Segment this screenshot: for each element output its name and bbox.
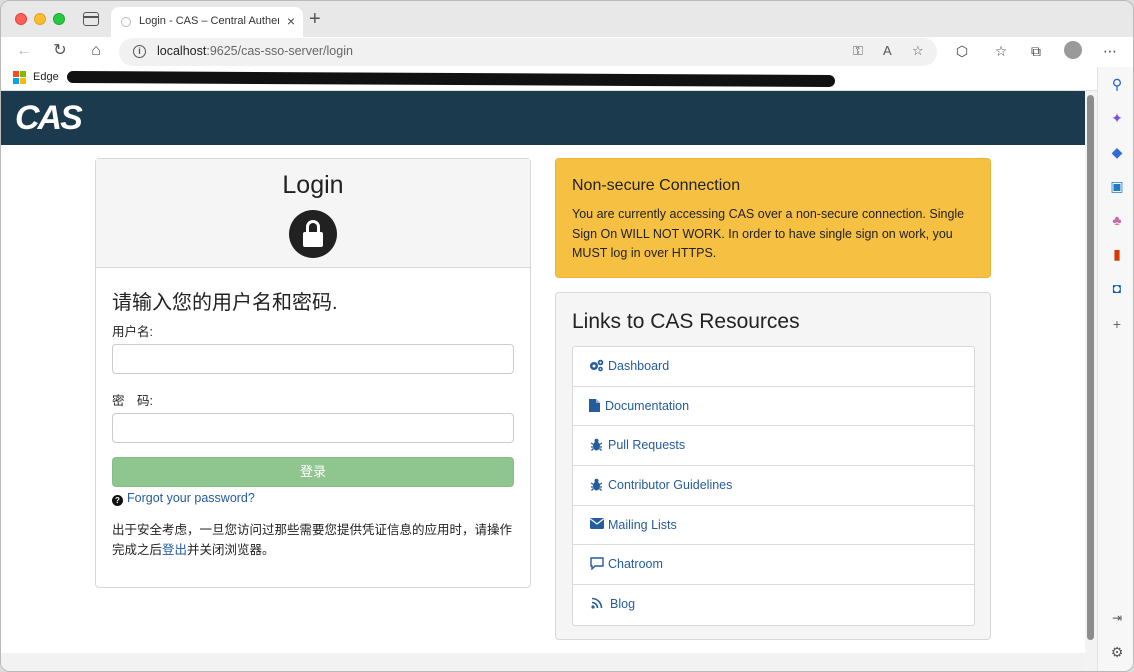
resource-link-label: Chatroom [608, 557, 663, 572]
microsoft-logo-icon [13, 71, 27, 85]
maximize-window-button[interactable] [53, 13, 65, 25]
tab-strip: Login - CAS – Central Authentication Ser… [1, 1, 1133, 37]
close-window-button[interactable] [15, 13, 27, 25]
page-favicon-icon [121, 17, 131, 27]
add-sidebar-icon[interactable]: + [1108, 315, 1126, 333]
login-card: Login 请输入您的用户名和密码. 用户名: 密 码: 登录 ? Forgot … [95, 158, 531, 588]
resource-link-dashboard[interactable]: Dashboard [573, 347, 974, 387]
browser-window: Login - CAS – Central Authentication Ser… [0, 0, 1134, 672]
file-icon [587, 398, 602, 414]
resource-link-label: Dashboard [608, 359, 670, 373]
home-icon[interactable]: ⌂ [85, 41, 107, 61]
comment-icon [589, 557, 604, 572]
outlook-icon[interactable]: ◘ [1108, 279, 1126, 297]
cas-logo[interactable]: CAS [15, 99, 83, 138]
page-footer [1, 653, 1085, 671]
resource-link-chatroom[interactable]: Chatroom [573, 545, 974, 586]
search-icon[interactable]: ⚲ [1108, 75, 1126, 93]
resources-list: Dashboard Documentation Pull Requests Co… [572, 346, 975, 626]
cas-header: CAS [1, 91, 1085, 145]
scrollbar-thumb[interactable] [1087, 95, 1094, 640]
collections-icon[interactable]: ⧉ [1026, 43, 1046, 60]
resource-link-contributor-guidelines[interactable]: Contributor Guidelines [573, 466, 974, 506]
tab-actions-icon[interactable] [83, 12, 99, 26]
bug-icon [589, 438, 604, 453]
rss-icon [589, 597, 604, 612]
address-bar[interactable]: i localhost:9625/cas-sso-server/login ⚿ … [119, 38, 937, 66]
cogs-icon [589, 359, 604, 374]
logout-link[interactable]: 登出 [162, 543, 187, 557]
page-viewport: CAS Login 请输入您的用户名和密码. 用户名: 密 码: 登录 ? For… [1, 91, 1097, 671]
extensions-icon[interactable]: ⬡ [952, 43, 972, 60]
username-input[interactable] [112, 344, 514, 374]
minimize-window-button[interactable] [34, 13, 46, 25]
warning-title: Non-secure Connection [572, 177, 741, 194]
bug-icon [589, 478, 604, 493]
browser-toolbar: ← ↻ ⌂ i localhost:9625/cas-sso-server/lo… [1, 37, 1133, 67]
username-label: 用户名: [112, 325, 153, 339]
new-tab-icon[interactable]: + [309, 9, 321, 29]
read-aloud-icon[interactable]: A [883, 43, 892, 58]
more-menu-icon[interactable]: ⋯ [1100, 43, 1120, 60]
tab-login[interactable]: Login - CAS – Central Authentication Ser… [111, 7, 303, 37]
login-card-header: Login [96, 159, 530, 268]
security-notice: 出于安全考虑，一旦您访问过那些需要您提供凭证信息的应用时，请操作完成之后登出并关… [112, 523, 513, 557]
favorites-icon[interactable]: ☆ [991, 43, 1011, 60]
bookmarks-bar: Edge [1, 67, 1097, 91]
key-icon[interactable]: ⚿ [853, 43, 863, 59]
reload-icon[interactable]: ↻ [49, 41, 71, 61]
office-icon[interactable]: ▮ [1108, 245, 1126, 263]
page-scrollbar[interactable] [1085, 91, 1097, 671]
tools-icon[interactable]: ▣ [1108, 177, 1126, 195]
site-info-icon[interactable]: i [133, 45, 146, 58]
url-text[interactable]: localhost:9625/cas-sso-server/login [157, 44, 353, 58]
resource-link-label: Mailing Lists [608, 517, 677, 532]
resource-link-label: Blog [610, 597, 636, 612]
login-submit-button[interactable]: 登录 [112, 457, 514, 487]
resource-link-pull-requests[interactable]: Pull Requests [573, 426, 974, 467]
games-icon[interactable]: ♣ [1108, 211, 1126, 229]
hide-sidebar-icon[interactable]: ⇥ [1108, 609, 1126, 627]
back-icon[interactable]: ← [13, 41, 35, 61]
close-tab-icon[interactable]: × [287, 13, 295, 29]
tab-title: Login - CAS – Central Authentication Ser… [139, 15, 279, 27]
resource-link-mailing-lists[interactable]: Mailing Lists [573, 506, 974, 546]
resource-link-label: Pull Requests [608, 438, 686, 453]
copilot-icon[interactable]: ✦ [1108, 109, 1126, 127]
bookmark-edge[interactable]: Edge [33, 71, 59, 83]
forgot-password-link[interactable]: ? Forgot your password? [112, 491, 255, 506]
sidebar-settings-icon[interactable]: ⚙ [1108, 643, 1126, 661]
lock-icon [289, 210, 337, 258]
resource-link-blog[interactable]: Blog [573, 585, 974, 625]
password-label: 密 码: [112, 394, 153, 408]
warning-body: You are currently accessing CAS over a n… [572, 207, 965, 260]
resources-title: Links to CAS Resources [572, 310, 800, 333]
edge-sidebar: ⚲ ✦ ◆ ▣ ♣ ▮ ◘ + ⇥ ⚙ [1097, 67, 1133, 671]
resource-link-documentation[interactable]: Documentation [573, 387, 974, 427]
favorite-star-icon[interactable]: ☆ [912, 43, 924, 59]
question-circle-icon: ? [112, 495, 123, 506]
password-input[interactable] [112, 413, 514, 443]
non-secure-warning: Non-secure Connection You are currently … [555, 158, 991, 278]
envelope-icon [589, 517, 604, 533]
redaction-bar [66, 70, 836, 88]
shopping-tag-icon[interactable]: ◆ [1108, 143, 1126, 161]
login-title: Login [282, 171, 344, 199]
resource-link-label: Contributor Guidelines [608, 478, 733, 493]
resource-link-label: Documentation [605, 398, 690, 413]
resources-card: Links to CAS Resources Dashboard Documen… [555, 292, 991, 640]
login-prompt: 请输入您的用户名和密码. [112, 292, 338, 314]
profile-avatar[interactable] [1064, 41, 1082, 59]
